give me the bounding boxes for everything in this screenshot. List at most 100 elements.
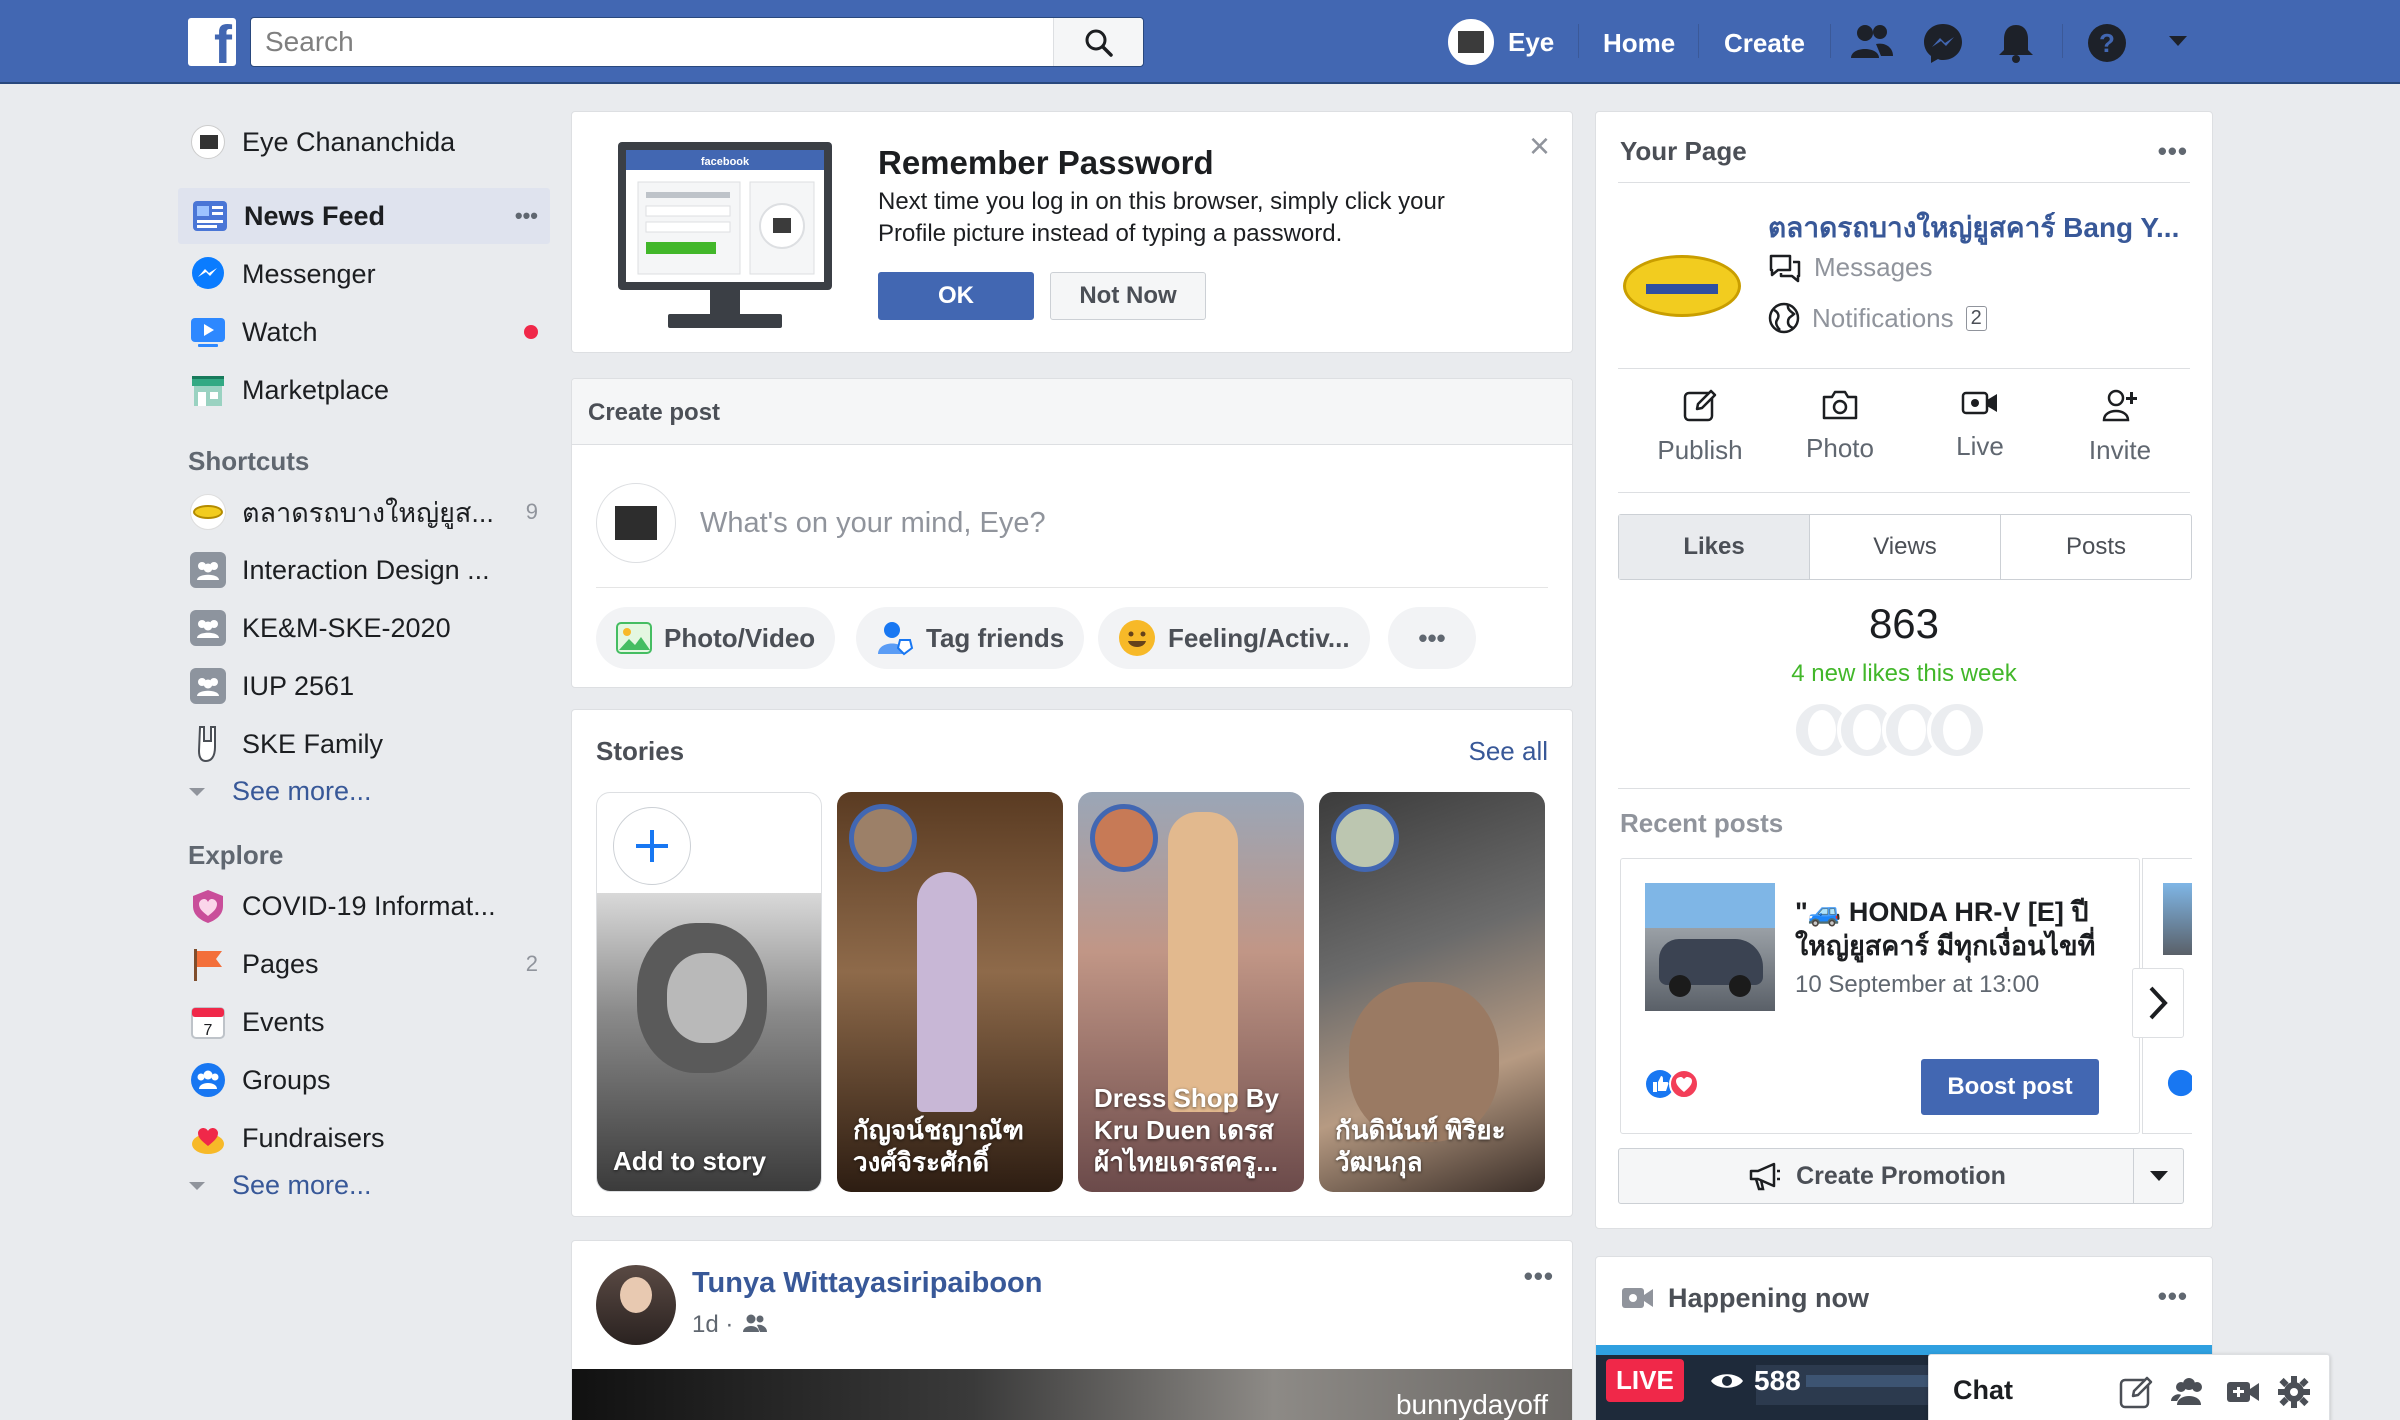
sidebar-item-watch[interactable]: Watch <box>178 304 550 360</box>
your-page-options-button[interactable]: ••• <box>2158 136 2188 167</box>
page-messages-link[interactable]: Messages <box>1768 252 1933 283</box>
photo-video-button[interactable]: Photo/Video <box>596 607 836 669</box>
tab-posts[interactable]: Posts <box>2000 515 2191 579</box>
page-thumbnail-icon <box>188 492 228 532</box>
shortcut-item[interactable]: ตลาดรถบางใหญ่ยูส... 9 <box>178 484 550 540</box>
page-notifications-link[interactable]: Notifications 2 <box>1768 302 1987 334</box>
like-reaction-icon <box>2167 1069 2192 1097</box>
nav-home-link[interactable]: Home <box>1603 28 1675 59</box>
help-icon[interactable]: ? <box>2086 22 2128 64</box>
more-post-options-button[interactable]: ••• <box>1388 607 1476 669</box>
publish-button[interactable]: Publish <box>1640 388 1760 466</box>
post-image[interactable]: bunnydayoff <box>572 1369 1572 1420</box>
facebook-logo[interactable]: f <box>188 18 236 66</box>
new-message-icon[interactable] <box>2119 1375 2153 1409</box>
remember-password-title: Remember Password <box>878 144 1214 181</box>
story-card[interactable]: กัญจน์ชญาณัฑ วงศ์จิระศักดิ์ <box>837 792 1063 1192</box>
video-call-icon[interactable] <box>2225 1377 2261 1407</box>
avatar[interactable] <box>596 1265 676 1345</box>
add-story-plus-icon[interactable] <box>613 807 691 885</box>
messages-label: Messages <box>1814 252 1933 282</box>
stories-see-all-link[interactable]: See all <box>1469 736 1549 767</box>
messenger-icon[interactable] <box>1922 22 1964 64</box>
smiley-icon <box>1119 620 1155 656</box>
explore-see-more-link[interactable]: See more... <box>188 1170 372 1201</box>
svg-text:7: 7 <box>204 1022 213 1039</box>
add-to-story-card[interactable]: Add to story <box>596 792 822 1192</box>
nav-profile-link[interactable]: Eye <box>1448 18 1554 66</box>
reactions[interactable] <box>1645 1069 1699 1099</box>
story-card[interactable]: กันดินันท์ พิริยะ วัฒนกุล <box>1319 792 1545 1192</box>
explore-count: 2 <box>525 951 538 976</box>
friend-requests-icon[interactable] <box>1850 22 1894 62</box>
account-menu-chevron-icon[interactable] <box>2168 34 2188 48</box>
close-icon[interactable]: × <box>1529 128 1550 164</box>
groups-icon <box>188 1060 228 1100</box>
feeling-activity-button[interactable]: Feeling/Activ... <box>1098 607 1370 669</box>
explore-item-covid[interactable]: COVID-19 Informat... <box>178 878 550 934</box>
recent-post-thumbnail <box>1645 883 1775 1011</box>
post-author-link[interactable]: Tunya Wittayasiripaiboon <box>692 1267 1042 1300</box>
recent-post-card[interactable]: "🚙 HONDA HR-V [E] ปี ใหญ่ยูสคาร์ มีทุกเง… <box>1620 858 2140 1134</box>
live-button[interactable]: Live <box>1920 388 2040 462</box>
explore-item-fundraisers[interactable]: Fundraisers <box>178 1110 550 1166</box>
story-avatar <box>849 804 917 872</box>
sidebar-item-marketplace[interactable]: Marketplace <box>178 362 550 418</box>
viewer-count-value: 588 <box>1754 1365 1801 1396</box>
chevron-down-icon <box>2149 1171 2168 1181</box>
page-profile-picture[interactable] <box>1620 224 1744 348</box>
shortcut-item[interactable]: Interaction Design ... <box>178 542 550 598</box>
shortcut-label: IUP 2561 <box>242 670 355 701</box>
chevron-right-icon <box>2149 986 2168 1020</box>
nav-divider <box>1830 24 1831 58</box>
story-name: Add to story <box>613 1146 767 1176</box>
happening-now-options-button[interactable]: ••• <box>2158 1281 2188 1312</box>
recent-post-date: 10 September at 13:00 <box>1795 971 2040 998</box>
post-options-button[interactable]: ••• <box>1524 1261 1554 1292</box>
avatar[interactable] <box>1927 700 1987 760</box>
whats-on-your-mind-input[interactable]: What's on your mind, Eye? <box>700 507 1046 540</box>
create-post-header: Create post <box>572 379 1572 445</box>
invite-button[interactable]: Invite <box>2060 388 2180 466</box>
explore-item-groups[interactable]: Groups <box>178 1052 550 1108</box>
explore-item-events[interactable]: 7 Events <box>178 994 550 1050</box>
tab-likes[interactable]: Likes <box>1619 515 1809 579</box>
nav-create-link[interactable]: Create <box>1724 28 1805 59</box>
sidebar-profile-link[interactable]: Eye Chananchida <box>178 114 550 170</box>
create-group-chat-icon[interactable] <box>2171 1375 2207 1409</box>
photo-button[interactable]: Photo <box>1780 388 1900 464</box>
feeling-activity-label: Feeling/Activ... <box>1168 622 1350 653</box>
notifications-bell-icon[interactable] <box>1996 22 2036 64</box>
camera-icon <box>1822 390 1858 420</box>
promotion-options-dropdown[interactable] <box>2133 1149 2183 1203</box>
not-now-button[interactable]: Not Now <box>1050 272 1206 320</box>
shortcut-item[interactable]: IUP 2561 <box>178 658 550 714</box>
news-feed-more-button[interactable]: ••• <box>515 203 538 229</box>
sidebar-item-messenger[interactable]: Messenger <box>178 246 550 302</box>
recent-posts-next-button[interactable] <box>2132 968 2184 1038</box>
photo-video-label: Photo/Video <box>664 622 816 653</box>
search-input[interactable] <box>251 18 1051 66</box>
shortcut-item[interactable]: KE&M-SKE-2020 <box>178 600 550 656</box>
chat-bar[interactable]: Chat <box>1928 1354 2330 1420</box>
gear-icon[interactable] <box>2277 1375 2311 1409</box>
ok-button[interactable]: OK <box>878 272 1034 320</box>
explore-item-pages[interactable]: Pages 2 <box>178 936 550 992</box>
story-card[interactable]: Dress Shop By Kru Duen เดรส ผ้าไทยเดรสคร… <box>1078 792 1304 1192</box>
shortcut-item[interactable]: SKE Family <box>178 716 550 772</box>
create-promotion-button[interactable]: Create Promotion <box>1619 1149 2135 1203</box>
live-camera-icon <box>1622 1288 1653 1308</box>
shortcut-count: 9 <box>525 499 538 524</box>
shortcuts-see-more-link[interactable]: See more... <box>188 776 372 807</box>
post-timestamp[interactable]: 1d · <box>692 1311 733 1339</box>
stories-card: Stories See all Add to story กัญจน์ชญาณั… <box>571 709 1573 1217</box>
page-name-link[interactable]: ตลาดรถบางใหญ่ยูสคาร์ Bang Y... <box>1768 206 2179 250</box>
sidebar-item-news-feed[interactable]: News Feed ••• <box>178 188 550 244</box>
recent-post-title: "🚙 HONDA HR-V [E] ปี ใหญ่ยูสคาร์ มีทุกเง… <box>1795 895 2131 963</box>
boost-post-button[interactable]: Boost post <box>1921 1059 2099 1115</box>
tab-views[interactable]: Views <box>1809 515 2000 579</box>
explore-label: Events <box>242 1006 325 1037</box>
tag-friends-button[interactable]: Tag friends <box>856 607 1085 669</box>
search-button[interactable] <box>1053 18 1143 66</box>
remember-password-card: facebook Remember Password Next time you… <box>571 111 1573 353</box>
